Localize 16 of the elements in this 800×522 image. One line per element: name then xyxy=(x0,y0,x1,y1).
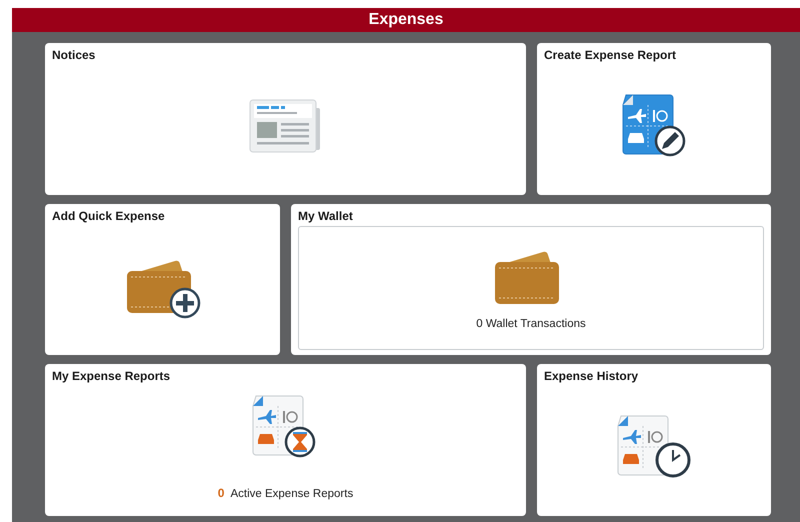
tile-title: Add Quick Expense xyxy=(52,209,166,223)
tile-title: Create Expense Report xyxy=(544,48,678,62)
wallet-caption: 0 Wallet Transactions xyxy=(476,318,586,330)
count-value: 0 xyxy=(218,486,224,500)
tile-title: Notices xyxy=(52,48,96,62)
count-caption: Active Expense Reports xyxy=(230,488,354,500)
tile[interactable]: Create Expense Report xyxy=(537,43,771,195)
tile[interactable]: Add Quick Expense xyxy=(45,204,280,355)
header-title: Expenses xyxy=(12,8,800,32)
tile[interactable]: Expense History xyxy=(537,364,771,516)
tile[interactable]: My Expense Reports 0 Active Expense Reports xyxy=(45,364,526,516)
tile[interactable]: Notices xyxy=(45,43,526,195)
tile-title: Expense History xyxy=(544,369,640,383)
tile-title: My Wallet xyxy=(298,209,354,223)
tile[interactable]: My Wallet 0 Wallet Transactions xyxy=(291,204,771,355)
tile-title: My Expense Reports xyxy=(52,369,172,383)
